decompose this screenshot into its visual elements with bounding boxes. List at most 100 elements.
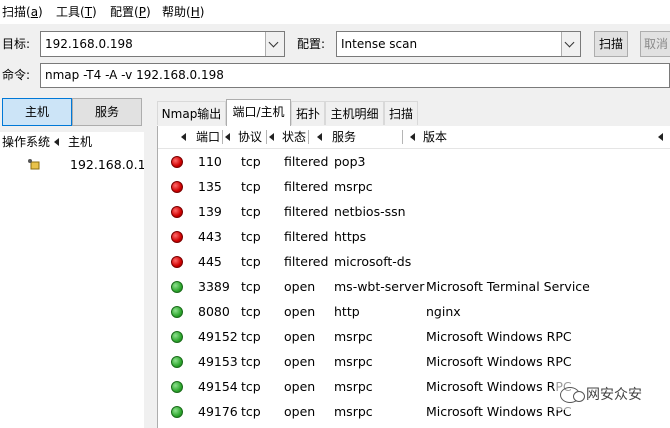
sort-arrow-icon — [410, 133, 415, 141]
cell-protocol: tcp — [241, 179, 261, 194]
tab-topology[interactable]: 拓扑 — [291, 101, 325, 125]
tab-scans[interactable]: 扫描 — [384, 101, 418, 125]
tab-host-details[interactable]: 主机明细 — [325, 101, 384, 125]
cell-service: https — [334, 229, 367, 244]
chevron-down-icon[interactable] — [561, 32, 580, 56]
cell-port: 139 — [198, 204, 222, 219]
table-row[interactable]: 49153 tcp open msrpc Microsoft Windows RPC — [158, 349, 670, 374]
cell-service: msrpc — [334, 179, 373, 194]
cell-service: http — [334, 304, 360, 319]
cell-state: open — [284, 279, 316, 294]
cell-version: Microsoft Windows RPC — [426, 404, 572, 419]
menu-help[interactable]: 帮助(H) — [162, 4, 204, 20]
hosts-button[interactable]: 主机 — [2, 98, 72, 126]
status-dot-icon — [171, 356, 183, 368]
status-dot-icon — [171, 381, 183, 393]
sort-arrow-icon — [317, 133, 322, 141]
cell-protocol: tcp — [241, 154, 261, 169]
cell-port: 49152 — [198, 329, 238, 344]
tab-ports-hosts[interactable]: 端口/主机 — [226, 99, 291, 126]
chevron-down-icon[interactable] — [265, 32, 284, 56]
cancel-button[interactable]: 取消 — [640, 31, 670, 57]
watermark: 网安众安 — [556, 380, 646, 410]
cell-service: microsoft-ds — [334, 254, 412, 269]
profile-combobox[interactable]: Intense scan — [336, 31, 581, 57]
column-os[interactable]: 操作系统 — [2, 132, 51, 152]
cell-port: 49154 — [198, 379, 238, 394]
sort-arrow-icon — [54, 138, 59, 146]
cell-protocol: tcp — [241, 329, 261, 344]
status-dot-icon — [171, 306, 183, 318]
status-dot-icon — [171, 281, 183, 293]
sort-arrow-icon — [181, 133, 186, 141]
status-dot-icon — [171, 181, 183, 193]
cell-state: open — [284, 404, 316, 419]
command-label: 命令: — [2, 68, 31, 82]
target-label: 目标: — [2, 37, 31, 51]
table-row[interactable]: 445 tcp filtered microsoft-ds — [158, 249, 670, 274]
sort-arrow-icon — [269, 133, 274, 141]
status-dot-icon — [171, 256, 183, 268]
cell-protocol: tcp — [241, 254, 261, 269]
target-value[interactable]: 192.168.0.198 — [45, 32, 133, 56]
services-button[interactable]: 服务 — [72, 98, 142, 126]
scan-button[interactable]: 扫描 — [594, 31, 628, 57]
os-icon — [28, 159, 40, 170]
cell-service: ms-wbt-server — [334, 279, 425, 294]
cell-service: netbios-ssn — [334, 204, 406, 219]
table-row[interactable]: 443 tcp filtered https — [158, 224, 670, 249]
status-dot-icon — [171, 331, 183, 343]
cell-version: Microsoft Windows RPC — [426, 354, 572, 369]
profile-label: 配置: — [297, 37, 326, 51]
cell-version: Microsoft Windows RPC — [426, 379, 572, 394]
cell-service: pop3 — [334, 154, 366, 169]
header-port[interactable]: 端口 — [196, 126, 220, 148]
cell-port: 135 — [198, 179, 222, 194]
menu-scan[interactable]: 扫描(a) — [2, 4, 43, 20]
menu-profile[interactable]: 配置(P) — [110, 4, 151, 20]
cell-service: msrpc — [334, 329, 373, 344]
target-combobox[interactable]: 192.168.0.198 — [40, 31, 285, 57]
cell-state: filtered — [284, 154, 329, 169]
cell-state: open — [284, 329, 316, 344]
header-protocol[interactable]: 协议 — [238, 126, 262, 148]
table-row[interactable]: 8080 tcp open http nginx — [158, 299, 670, 324]
cell-service: msrpc — [334, 404, 373, 419]
cell-state: filtered — [284, 229, 329, 244]
profile-value[interactable]: Intense scan — [341, 32, 417, 56]
cell-version: Microsoft Terminal Service — [426, 279, 590, 294]
host-row[interactable]: 192.168.0.198 — [0, 154, 144, 176]
cell-service: msrpc — [334, 354, 373, 369]
table-row[interactable]: 49152 tcp open msrpc Microsoft Windows RPC — [158, 324, 670, 349]
chat-bubble-icon — [560, 387, 585, 403]
sort-arrow-icon — [225, 133, 230, 141]
header-state[interactable]: 状态 — [282, 126, 306, 148]
status-dot-icon — [171, 406, 183, 418]
table-row[interactable]: 139 tcp filtered netbios-ssn — [158, 199, 670, 224]
cell-port: 49153 — [198, 354, 238, 369]
menu-tools[interactable]: 工具(T) — [56, 4, 97, 20]
cell-port: 110 — [198, 154, 222, 169]
host-list-pane: 操作系统 主机 192.168.0.198 — [0, 132, 144, 428]
cell-protocol: tcp — [241, 229, 261, 244]
cell-state: open — [284, 304, 316, 319]
host-ip: 192.168.0.198 — [70, 157, 144, 172]
cell-state: filtered — [284, 179, 329, 194]
status-dot-icon — [171, 206, 183, 218]
cell-protocol: tcp — [241, 404, 261, 419]
table-row[interactable]: 135 tcp filtered msrpc — [158, 174, 670, 199]
cell-port: 49176 — [198, 404, 238, 419]
cell-protocol: tcp — [241, 304, 261, 319]
table-row[interactable]: 3389 tcp open ms-wbt-server Microsoft Termin… — [158, 274, 670, 299]
sort-arrow-icon — [658, 133, 663, 141]
command-input[interactable]: nmap -T4 -A -v 192.168.0.198 — [40, 63, 670, 88]
cell-state: filtered — [284, 254, 329, 269]
cell-protocol: tcp — [241, 354, 261, 369]
cell-port: 8080 — [198, 304, 230, 319]
tab-nmap-output[interactable]: Nmap输出 — [157, 101, 226, 125]
column-host[interactable]: 主机 — [68, 132, 93, 152]
table-header: 端口 协议 状态 服务 版本 — [158, 126, 670, 149]
table-row[interactable]: 110 tcp filtered pop3 — [158, 149, 670, 174]
header-service[interactable]: 服务 — [332, 126, 356, 148]
header-version[interactable]: 版本 — [423, 126, 447, 148]
